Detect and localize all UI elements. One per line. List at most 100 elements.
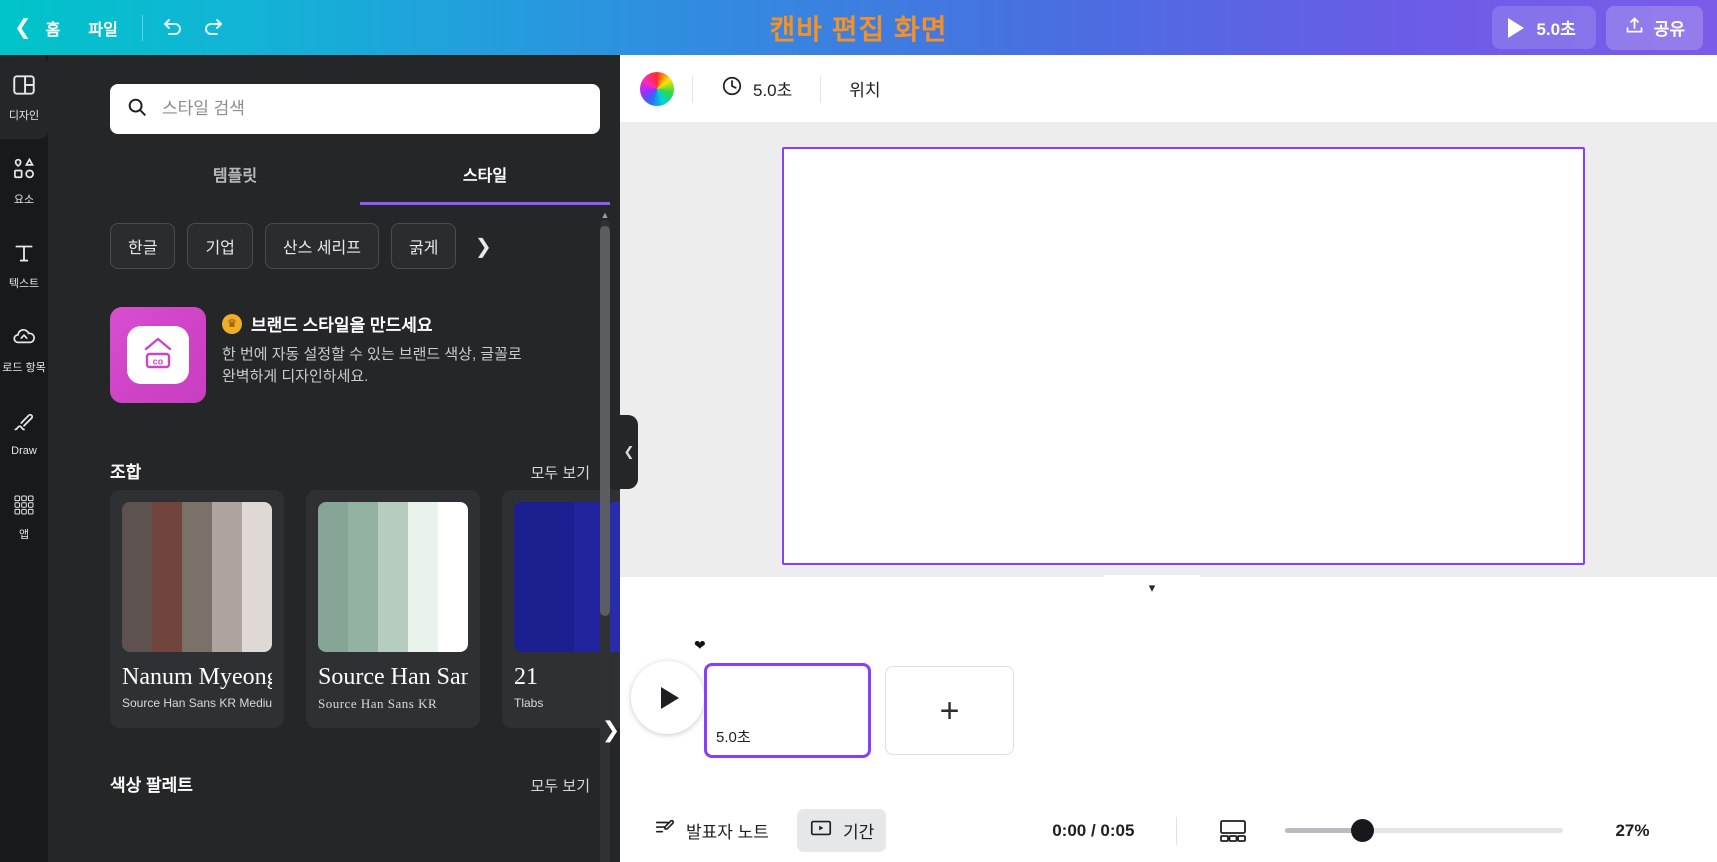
sidebar-item-label: Draw: [11, 444, 37, 457]
font-combo-list: Nanum Myeongjo Source Han Sans KR Medium…: [110, 490, 676, 730]
toolbar-divider: [692, 75, 693, 102]
sidebar-item-label: 앱: [18, 528, 30, 541]
status-bar: 발표자 노트 기간 0:00 / 0:05 27%: [620, 799, 1717, 862]
svg-text:co: co: [153, 357, 164, 367]
sidebar-item-label: 로드 항목: [2, 361, 46, 374]
chevron-down-icon: ▾: [1148, 580, 1156, 595]
top-bar-actions: 5.0초 공유: [1492, 5, 1717, 50]
heart-icon: ❤: [694, 637, 706, 653]
panel-collapse-handle[interactable]: ❮: [620, 415, 638, 489]
panel-scrollbar[interactable]: ▲ ▼: [600, 210, 610, 862]
scrollbar-thumb[interactable]: [600, 226, 610, 616]
back-icon[interactable]: ❮: [14, 17, 32, 38]
shapes-elements-icon: [11, 156, 37, 187]
slider-knob[interactable]: [1351, 819, 1375, 842]
position-button[interactable]: 위치: [839, 69, 890, 108]
editor-toolbar: 5.0초 위치: [620, 55, 1717, 122]
filter-chip-korean[interactable]: 한글: [110, 223, 176, 269]
duration-video-icon: [809, 817, 833, 844]
brand-kit-promo-title-row: ♛ 브랜드 스타일을 만드세요: [222, 311, 522, 336]
sidebar-item-apps[interactable]: 앱: [0, 475, 48, 559]
color-swatches: [318, 502, 468, 652]
filter-chips: 한글 기업 산스 세리프 굵게 ❯: [110, 223, 498, 269]
redo-icon[interactable]: [193, 11, 233, 45]
filter-chip-sans-serif[interactable]: 산스 세리프: [264, 223, 379, 269]
font-combo-card[interactable]: Nanum Myeongjo Source Han Sans KR Medium: [110, 490, 284, 728]
add-page-button[interactable]: +: [885, 666, 1014, 755]
file-menu-button[interactable]: 파일: [74, 8, 131, 48]
combos-next-icon[interactable]: ❯: [594, 713, 628, 747]
combos-section-header: 조합 모두 보기: [110, 458, 590, 483]
page-expand-toggle[interactable]: ▾: [1104, 575, 1200, 601]
undo-icon[interactable]: [153, 11, 193, 45]
design-layout-icon: [11, 72, 37, 103]
search-icon: [126, 96, 148, 123]
preview-play-button[interactable]: 5.0초: [1492, 6, 1596, 49]
font-combo-card[interactable]: Source Han Sans Source Han Sans KR: [306, 490, 480, 728]
play-icon: [661, 686, 679, 709]
search-input-field[interactable]: [162, 99, 584, 119]
palette-section-header: 색상 팔레트 모두 보기: [110, 771, 590, 796]
font-combo-name: Source Han Sans: [318, 664, 468, 690]
crown-icon: ♛: [222, 313, 242, 334]
duration-toggle-label: 기간: [842, 823, 875, 842]
canva-editor-window: ❮ 홈 파일 캔바 편집 화면 5.0초 공유 디자인 요소 텍스트 로드 항목…: [0, 0, 1717, 862]
duration-toggle-button[interactable]: 기간: [796, 809, 887, 852]
scroll-up-icon[interactable]: ▲: [600, 208, 610, 222]
timeline-bar: ❤ 5.0초 +: [620, 577, 1717, 799]
brand-kit-promo-card[interactable]: co ♛ 브랜드 스타일을 만드세요 한 번에 자동 설정할 수 있는 브랜드 …: [110, 307, 590, 403]
sidebar-item-elements[interactable]: 요소: [0, 139, 48, 223]
filter-chip-business[interactable]: 기업: [187, 223, 253, 269]
editor-area: 5.0초 위치 ▾ ❤ 5.0초 + 발표자 노트 기간 0:00 / 0:05…: [620, 55, 1717, 862]
apps-grid-icon: [12, 493, 36, 522]
notes-pencil-icon: [654, 817, 676, 844]
filter-chip-bold[interactable]: 굵게: [390, 223, 457, 269]
sidebar-item-uploads[interactable]: 로드 항목: [0, 307, 48, 391]
canvas-page[interactable]: [782, 147, 1585, 565]
zoom-level-label: 27%: [1615, 820, 1650, 840]
toolbar-divider: [141, 14, 143, 41]
zoom-slider[interactable]: [1285, 819, 1564, 842]
sidebar-item-text[interactable]: 텍스트: [0, 223, 48, 307]
playback-time-display: 0:00 / 0:05: [1052, 820, 1135, 840]
brand-kit-promo-title: 브랜드 스타일을 만드세요: [251, 316, 433, 335]
grid-view-icon[interactable]: [1217, 817, 1249, 845]
share-button[interactable]: 공유: [1605, 5, 1703, 50]
sidebar-item-label: 디자인: [8, 109, 40, 122]
tab-templates[interactable]: 템플릿: [110, 150, 360, 205]
timeline-slide-thumbnail[interactable]: 5.0초: [704, 663, 871, 758]
speaker-notes-button[interactable]: 발표자 노트: [642, 809, 781, 852]
home-button[interactable]: 홈: [32, 8, 75, 48]
brand-kit-promo-description: 한 번에 자동 설정할 수 있는 브랜드 색상, 글꼴로 완벽하게 디자인하세요…: [222, 346, 522, 385]
search-input[interactable]: [110, 84, 600, 134]
play-icon: [1508, 17, 1525, 38]
text-t-icon: [11, 240, 37, 271]
slide-duration-label: 5.0초: [716, 729, 751, 746]
palette-see-all-link[interactable]: 모두 보기: [531, 775, 590, 796]
combos-see-all-link[interactable]: 모두 보기: [531, 462, 590, 483]
font-combo-subtitle: Source Han Sans KR: [318, 696, 438, 711]
tab-styles[interactable]: 스타일: [360, 150, 610, 205]
font-combo-subtitle: Source Han Sans KR Medium: [122, 696, 272, 710]
sidebar-item-label: 요소: [13, 193, 35, 206]
upload-cloud-icon: [11, 324, 37, 355]
styles-panel: 템플릿 스타일 한글 기업 산스 세리프 굵게 ❯ co: [48, 55, 676, 862]
canvas-area[interactable]: [620, 122, 1717, 577]
sidebar-item-draw[interactable]: Draw: [0, 391, 48, 475]
page-duration-button[interactable]: 5.0초: [711, 68, 802, 109]
top-bar: ❮ 홈 파일 캔바 편집 화면 5.0초 공유: [0, 0, 1717, 55]
page-duration-label: 5.0초: [753, 81, 793, 100]
font-combo-name: Nanum Myeongjo: [122, 664, 272, 690]
share-label: 공유: [1653, 20, 1685, 39]
color-swatches: [122, 502, 272, 652]
clock-icon: [721, 75, 743, 102]
search-field-wrapper: [110, 84, 600, 134]
sidebar-item-label: 텍스트: [8, 277, 40, 290]
sidebar-item-design[interactable]: 디자인: [0, 55, 48, 139]
color-wheel-icon[interactable]: [640, 71, 674, 106]
chevron-right-icon[interactable]: ❯: [468, 226, 498, 266]
page-title: 캔바 편집 화면: [769, 13, 948, 45]
timeline-play-button[interactable]: [631, 661, 704, 734]
chevron-left-icon: ❮: [623, 444, 635, 459]
speaker-notes-label: 발표자 노트: [686, 823, 769, 842]
